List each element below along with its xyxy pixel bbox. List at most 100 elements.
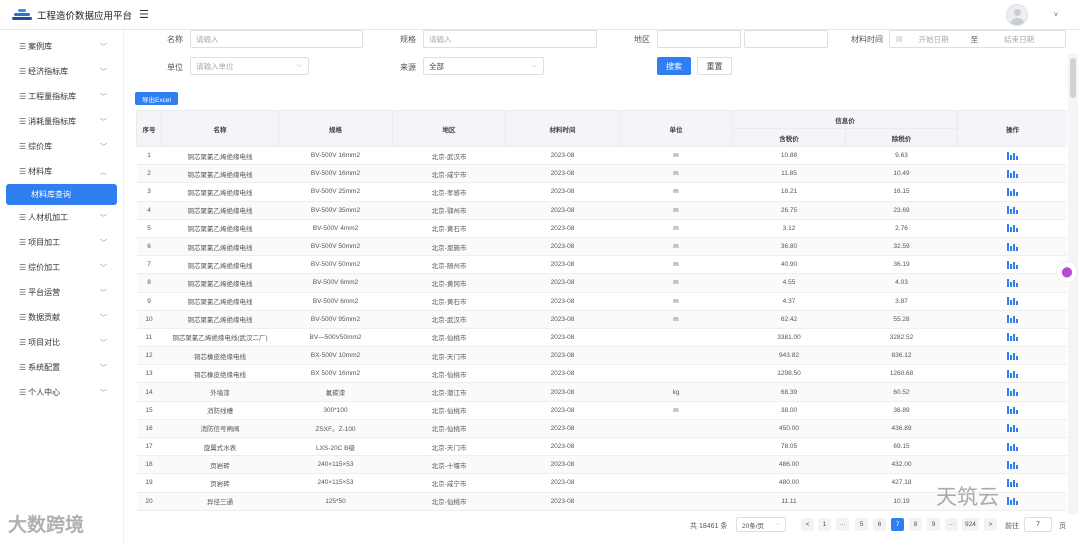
sidebar-item[interactable]: ☰ 项目对比 ﹀ — [0, 330, 123, 355]
cell-index: 14 — [136, 382, 162, 402]
price-chart-icon[interactable] — [1007, 260, 1018, 269]
scrollbar-thumb[interactable] — [1070, 58, 1076, 98]
source-select[interactable]: 全部 ⌵ — [423, 57, 544, 75]
hamburger-icon[interactable]: ☰ — [139, 8, 149, 21]
price-chart-icon[interactable] — [1007, 442, 1018, 451]
page-ellipsis[interactable]: ··· — [945, 518, 958, 531]
cell-unit: m — [619, 164, 733, 184]
cell-name: 铜芯聚氯乙烯绝缘电线 — [161, 164, 279, 184]
unit-label: 单位 — [167, 63, 183, 72]
goto-page-input[interactable]: 7 — [1024, 517, 1052, 532]
col-time: 材料时间 — [505, 110, 620, 147]
cell-name: 外墙漆 — [161, 382, 279, 402]
location-pin-icon[interactable]: ⬤ — [1056, 261, 1078, 283]
cell-tax-excl: 36.19 — [845, 255, 958, 275]
price-chart-icon[interactable] — [1007, 388, 1018, 397]
table-row: 2 铜芯聚氯乙烯绝缘电线 BV-500V 16mm2 北京-咸宁市 2023-08 m 11… — [136, 164, 1067, 184]
reset-button[interactable]: 重置 — [697, 57, 732, 75]
price-chart-icon[interactable] — [1007, 333, 1018, 342]
sidebar-item[interactable]: ☰ 综价库 ﹀ — [0, 134, 123, 159]
page-number-button[interactable]: 1 — [818, 518, 831, 531]
price-chart-icon[interactable] — [1007, 315, 1018, 324]
scrollbar[interactable] — [1068, 54, 1078, 514]
unit-select[interactable]: 请输入单位 ⌵ — [190, 57, 309, 75]
cell-tax-incl: 1298.50 — [732, 364, 846, 384]
next-page-button[interactable]: > — [984, 518, 997, 531]
sidebar-subitem-material-query[interactable]: 材料库查询 — [6, 184, 117, 205]
cell-action — [957, 455, 1067, 475]
price-chart-icon[interactable] — [1007, 424, 1018, 433]
page-number-button[interactable]: 6 — [873, 518, 886, 531]
sidebar-item[interactable]: ☰ 数据贡献 ﹀ — [0, 305, 123, 330]
search-button[interactable]: 搜索 — [657, 57, 691, 75]
region-province-select[interactable] — [657, 30, 741, 48]
cell-unit: m — [619, 292, 733, 311]
price-chart-icon[interactable] — [1007, 351, 1018, 360]
menu-list-icon: ☰ — [19, 388, 27, 397]
table-row: 7 铜芯聚氯乙烯绝缘电线 BV-500V 50mm2 北京-随州市 2023-08 m 40… — [136, 255, 1067, 275]
sidebar-item[interactable]: ☰ 消耗量指标库 ﹀ — [0, 109, 123, 134]
page-ellipsis[interactable]: ··· — [836, 518, 849, 531]
main-content: 名称 请输入 规格 请输入 地区 材料时间 ▤ 开始日期 至 结束日期 单位 请… — [124, 30, 1080, 545]
page-number-button[interactable]: 5 — [855, 518, 868, 531]
sidebar-item[interactable]: ☰ 项目加工 ﹀ — [0, 230, 123, 255]
page-number-button[interactable]: 9 — [927, 518, 940, 531]
price-chart-icon[interactable] — [1007, 406, 1018, 415]
start-date-input[interactable]: 开始日期 — [919, 34, 969, 45]
col-unit: 单位 — [619, 110, 733, 147]
sidebar-item[interactable]: ☰ 工程量指标库 ﹀ — [0, 84, 123, 109]
page-number-button[interactable]: 7 — [891, 518, 904, 531]
export-excel-button[interactable]: 导出Excel — [135, 92, 178, 105]
price-chart-icon[interactable] — [1007, 497, 1018, 506]
price-chart-icon[interactable] — [1007, 297, 1018, 306]
page-number-button[interactable]: 8 — [909, 518, 922, 531]
time-label: 材料时间 — [851, 35, 883, 44]
price-chart-icon[interactable] — [1007, 224, 1018, 233]
end-date-input[interactable]: 结束日期 — [1004, 34, 1034, 45]
app-logo[interactable]: 工程造价数据应用平台 — [0, 8, 135, 22]
page-size-select[interactable]: 20条/页 ⌵ — [736, 517, 786, 532]
cell-spec: 300*100 — [278, 401, 393, 420]
sidebar-item[interactable]: ☰ 经济指标库 ﹀ — [0, 59, 123, 84]
page-number-button[interactable]: 924 — [962, 518, 979, 531]
price-chart-icon[interactable] — [1007, 278, 1018, 287]
cell-region: 北京-黄石市 — [392, 292, 506, 311]
cell-region: 北京-咸宁市 — [392, 473, 506, 493]
prev-page-button[interactable]: < — [801, 518, 814, 531]
cell-name: 铜芯聚氯乙烯绝缘电线 — [161, 182, 279, 202]
sidebar-item[interactable]: ☰ 平台运营 ﹀ — [0, 280, 123, 305]
date-range-picker[interactable]: ▤ 开始日期 至 结束日期 — [889, 30, 1066, 48]
price-chart-icon[interactable] — [1007, 369, 1018, 378]
sidebar-item[interactable]: ☰ 人材机加工 ﹀ — [0, 205, 123, 230]
price-chart-icon[interactable] — [1007, 460, 1018, 469]
sidebar-item[interactable]: ☰ 材料库 ︿ — [0, 159, 123, 184]
price-chart-icon[interactable] — [1007, 151, 1018, 160]
cell-tax-excl: 1260.68 — [845, 364, 958, 384]
sidebar-item[interactable]: ☰ 个人中心 ﹀ — [0, 380, 123, 405]
price-chart-icon[interactable] — [1007, 187, 1018, 196]
sidebar-item-label: 人材机加工 — [28, 213, 69, 222]
spec-input[interactable]: 请输入 — [423, 30, 597, 48]
price-chart-icon[interactable] — [1007, 242, 1018, 251]
cell-spec: ZSXF。Z-100 — [278, 419, 393, 439]
table-row: 9 铜芯聚氯乙烯绝缘电线 BV-500V 6mm2 北京-黄石市 2023-08 m 4.3… — [136, 292, 1067, 311]
cell-region: 北京-黄石市 — [392, 219, 506, 238]
name-input[interactable]: 请输入 — [190, 30, 363, 48]
cell-tax-incl: 11.85 — [732, 164, 846, 184]
chevron-down-icon[interactable]: ˅ — [1054, 12, 1058, 19]
cell-name: 铜芯聚氯乙烯绝缘电线 — [161, 201, 279, 220]
price-chart-icon[interactable] — [1007, 478, 1018, 487]
sidebar-item[interactable]: ☰ 综价加工 ﹀ — [0, 255, 123, 280]
user-avatar-icon[interactable] — [1005, 4, 1028, 26]
price-chart-icon[interactable] — [1007, 169, 1018, 178]
region-city-select[interactable] — [744, 30, 828, 48]
cell-name: 铜芯聚氯乙烯绝缘电线 — [161, 255, 279, 275]
sidebar-item[interactable]: ☰ 系统配置 ﹀ — [0, 355, 123, 380]
cell-region: 北京-武汉市 — [392, 146, 506, 166]
sidebar-item[interactable]: ☰ 案例库 ﹀ — [0, 34, 123, 59]
price-chart-icon[interactable] — [1007, 206, 1018, 215]
cell-name: 异径三通 — [161, 492, 279, 511]
table-row: 13 铜芯橡皮绝缘电线 BX 500V 16mm2 北京-仙桃市 2023-08 1298… — [136, 364, 1067, 384]
user-menu[interactable]: ˅ — [1005, 4, 1058, 26]
cell-region: 北京-恩施市 — [392, 237, 506, 257]
